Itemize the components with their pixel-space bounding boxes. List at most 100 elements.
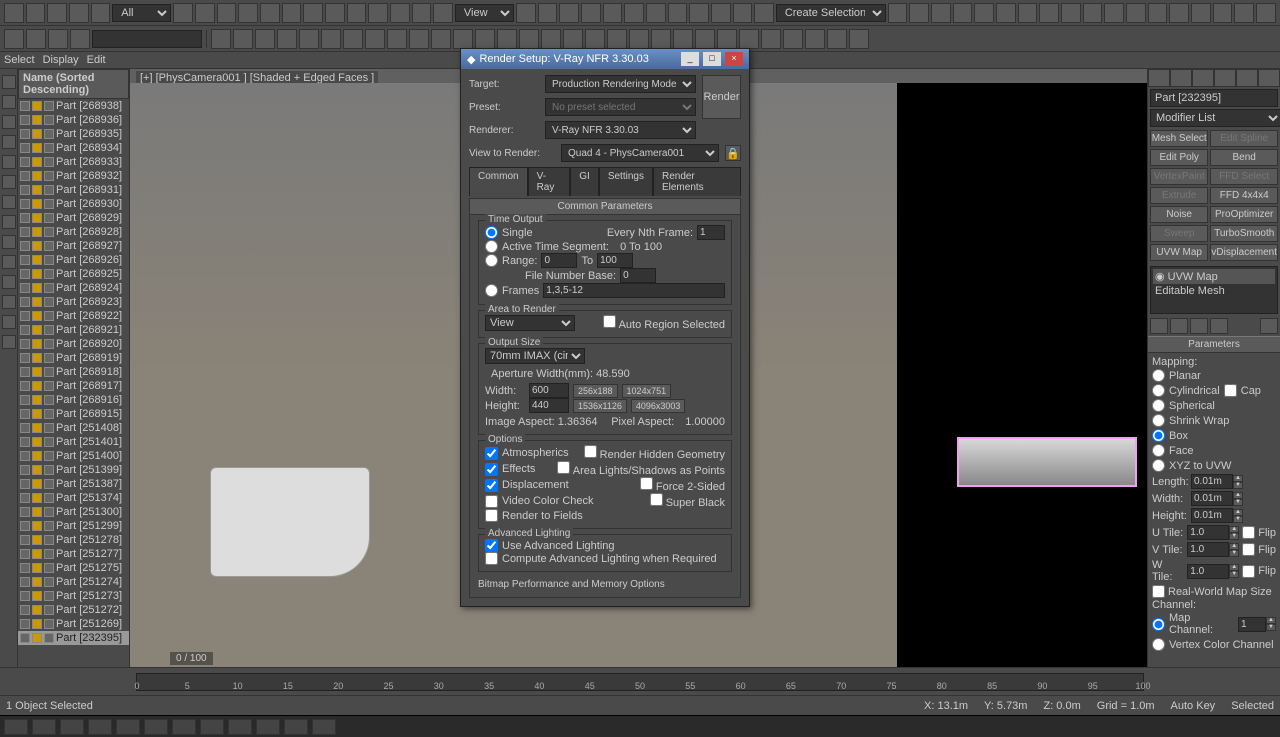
realworld-checkbox[interactable] xyxy=(1152,585,1165,598)
modifier-button[interactable]: Noise xyxy=(1150,206,1208,223)
toolbar-button[interactable] xyxy=(282,3,302,23)
renderer-combo[interactable]: V-Ray NFR 3.30.03 xyxy=(545,121,696,139)
toolbar-button[interactable] xyxy=(390,3,410,23)
tab-render-elements[interactable]: Render Elements xyxy=(653,167,741,196)
toolbar-button[interactable] xyxy=(412,3,432,23)
toolbar-button[interactable] xyxy=(629,29,649,49)
scene-row[interactable]: Part [251399] xyxy=(18,463,129,477)
toolbar-button[interactable] xyxy=(48,29,68,49)
taskbar-item[interactable] xyxy=(200,719,224,735)
scene-row[interactable]: Part [251273] xyxy=(18,589,129,603)
toolbar-button[interactable] xyxy=(497,29,517,49)
toolbar-button[interactable] xyxy=(1234,3,1254,23)
toolbar-button[interactable] xyxy=(277,29,297,49)
length-spinner[interactable]: ▲▼ xyxy=(1191,474,1243,489)
strip-tool[interactable] xyxy=(2,275,16,289)
lock-view-icon[interactable]: 🔒 xyxy=(725,145,741,161)
toolbar-button[interactable] xyxy=(238,3,258,23)
toolbar-button[interactable] xyxy=(711,3,731,23)
scene-row[interactable]: Part [268921] xyxy=(18,323,129,337)
toolbar-button[interactable] xyxy=(365,29,385,49)
strip-tool[interactable] xyxy=(2,195,16,209)
mapping-radio[interactable] xyxy=(1152,414,1165,427)
atmospherics-checkbox[interactable] xyxy=(485,447,498,460)
taskbar-item[interactable] xyxy=(284,719,308,735)
toolbar-button[interactable] xyxy=(651,29,671,49)
toolbar-button[interactable] xyxy=(516,3,536,23)
taskbar-item[interactable] xyxy=(32,719,56,735)
toolbar-button[interactable] xyxy=(69,3,89,23)
tab-settings[interactable]: Settings xyxy=(599,167,653,196)
area-combo[interactable]: View xyxy=(485,315,575,331)
toolbar-button[interactable] xyxy=(646,3,666,23)
utilities-tab-icon[interactable] xyxy=(1258,69,1280,87)
toolbar-button[interactable] xyxy=(1191,3,1211,23)
scene-row[interactable]: Part [251277] xyxy=(18,547,129,561)
toolbar-button[interactable] xyxy=(325,3,345,23)
mapping-radio[interactable] xyxy=(1152,384,1165,397)
rollout-header[interactable]: Common Parameters xyxy=(470,199,740,215)
toolbar-button[interactable] xyxy=(409,29,429,49)
toolbar-button[interactable] xyxy=(1039,3,1059,23)
scene-row[interactable]: Part [251387] xyxy=(18,477,129,491)
tab-common[interactable]: Common xyxy=(469,167,528,196)
toolbar-button[interactable] xyxy=(805,29,825,49)
target-combo[interactable]: Production Rendering Mode xyxy=(545,75,696,93)
modifier-button[interactable]: Extrude xyxy=(1150,187,1208,204)
tab-v-ray[interactable]: V-Ray xyxy=(528,167,571,196)
use-adv-lighting-checkbox[interactable] xyxy=(485,539,498,552)
toolbar-button[interactable] xyxy=(717,29,737,49)
preset-size-2[interactable]: 1024x751 xyxy=(622,384,672,398)
toolbar-button[interactable] xyxy=(783,29,803,49)
toolbar-button[interactable] xyxy=(996,3,1016,23)
modifier-stack[interactable]: ◉ UVW Map Editable Mesh xyxy=(1150,266,1278,314)
render-button[interactable]: Render xyxy=(702,75,741,119)
toolbar-button[interactable] xyxy=(689,3,709,23)
scene-row[interactable]: Part [268931] xyxy=(18,183,129,197)
output-preset-combo[interactable]: 70mm IMAX (cine) xyxy=(485,348,585,364)
taskbar-item[interactable] xyxy=(312,719,336,735)
mapping-radio[interactable] xyxy=(1152,399,1165,412)
modifier-button[interactable]: Sweep xyxy=(1150,225,1208,242)
pin-stack-icon[interactable] xyxy=(1150,318,1168,334)
mapchannel-radio[interactable] xyxy=(1152,618,1165,631)
modify-tab-icon[interactable] xyxy=(1170,69,1192,87)
scene-row[interactable]: Part [251299] xyxy=(18,519,129,533)
filter-combo[interactable]: All xyxy=(112,4,171,22)
scene-row[interactable]: Part [268924] xyxy=(18,281,129,295)
toolbar-button[interactable] xyxy=(1169,3,1189,23)
displacement-checkbox[interactable] xyxy=(485,479,498,492)
view-combo[interactable]: View xyxy=(455,4,514,22)
strip-tool[interactable] xyxy=(2,235,16,249)
toolbar-button[interactable] xyxy=(733,3,753,23)
qa-select[interactable]: Select xyxy=(4,54,35,66)
scene-row[interactable]: Part [268935] xyxy=(18,127,129,141)
selected-filter[interactable]: Selected xyxy=(1231,700,1274,712)
height-field[interactable] xyxy=(529,398,569,413)
strip-tool[interactable] xyxy=(2,335,16,349)
toolbar-button[interactable] xyxy=(607,29,627,49)
scene-row[interactable]: Part [251269] xyxy=(18,617,129,631)
mapping-radio[interactable] xyxy=(1152,369,1165,382)
strip-tool[interactable] xyxy=(2,95,16,109)
modifier-button[interactable]: vDisplacement xyxy=(1210,244,1278,261)
super-black-checkbox[interactable] xyxy=(650,493,663,506)
cap-checkbox[interactable] xyxy=(1224,384,1237,397)
layer-combo[interactable] xyxy=(92,30,202,48)
toolbar-button[interactable] xyxy=(754,3,774,23)
toolbar-button[interactable] xyxy=(211,29,231,49)
toolbar-button[interactable] xyxy=(303,3,323,23)
toolbar-button[interactable] xyxy=(909,3,929,23)
toolbar-button[interactable] xyxy=(255,29,275,49)
modifier-button[interactable]: Edit Spline xyxy=(1210,130,1278,147)
scene-row[interactable]: Part [232395] xyxy=(18,631,129,645)
toolbar-button[interactable] xyxy=(173,3,193,23)
scene-row[interactable]: Part [251272] xyxy=(18,603,129,617)
wflip-checkbox[interactable] xyxy=(1242,565,1255,578)
toolbar-button[interactable] xyxy=(953,3,973,23)
toolbar-button[interactable] xyxy=(343,29,363,49)
toolbar-button[interactable] xyxy=(1083,3,1103,23)
toolbar-button[interactable] xyxy=(673,29,693,49)
strip-tool[interactable] xyxy=(2,135,16,149)
create-selection-combo[interactable]: Create Selection S xyxy=(776,4,886,22)
